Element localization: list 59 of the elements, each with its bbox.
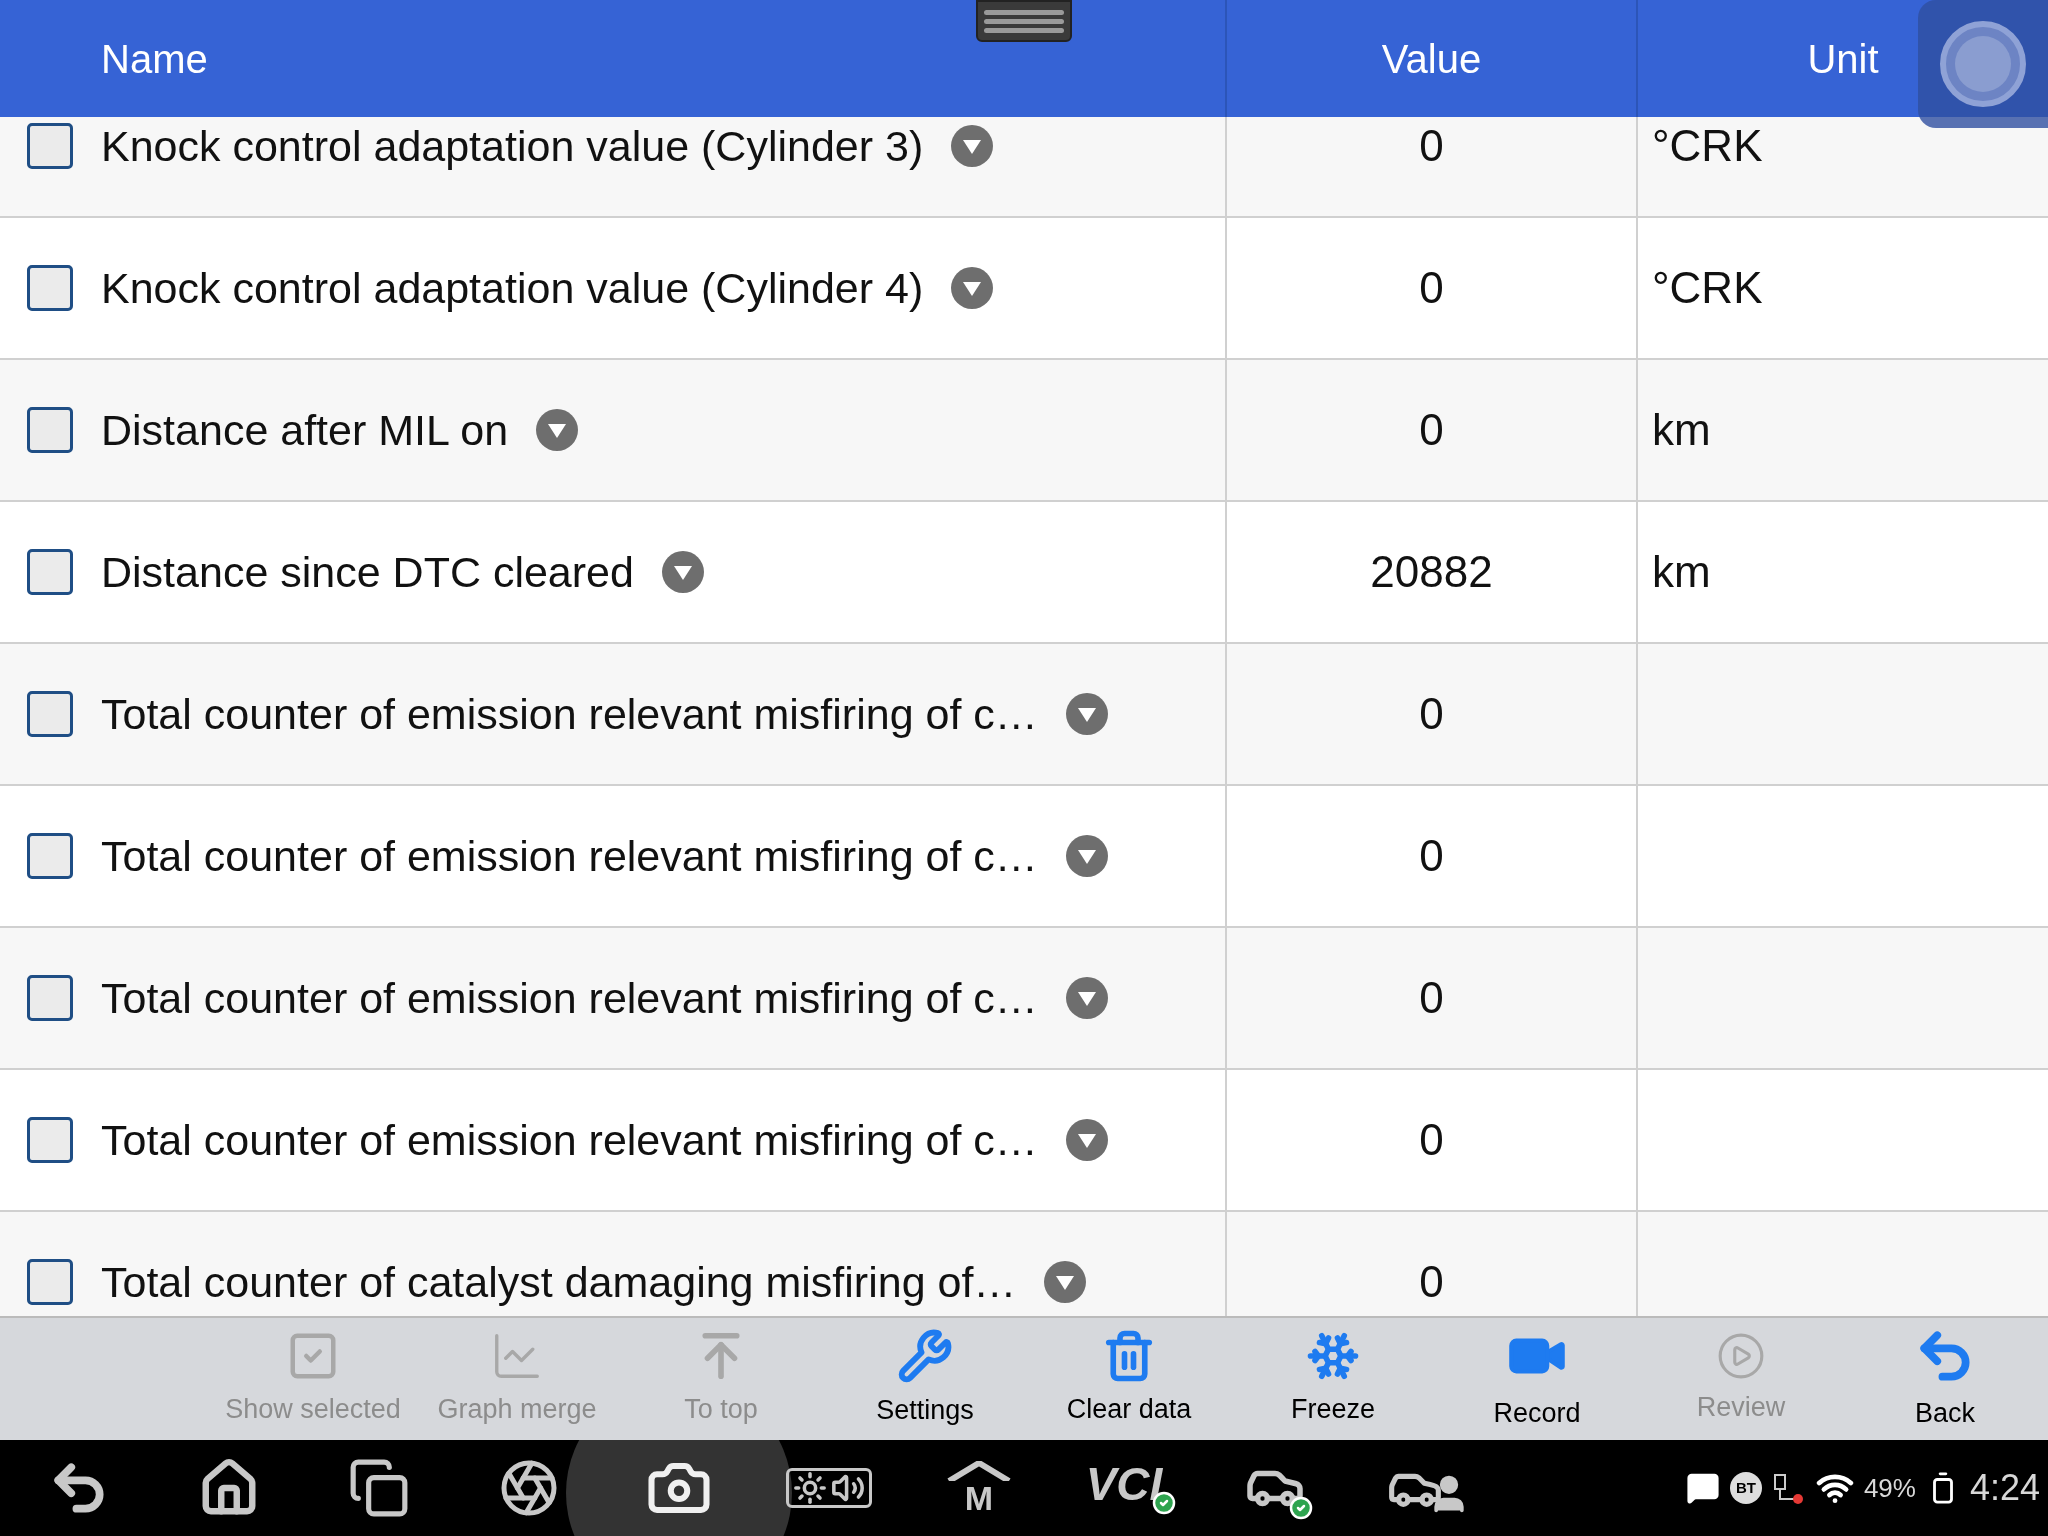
dropdown-icon[interactable] [1065, 693, 1108, 735]
dropdown-icon[interactable] [951, 267, 994, 309]
parameter-unit: °CRK [1652, 262, 1763, 314]
checkbox[interactable] [27, 265, 73, 311]
parameter-name: Knock control adaptation value (Cylinder 4) [101, 262, 924, 314]
wrench-icon [897, 1327, 953, 1384]
dropdown-icon[interactable] [536, 409, 579, 451]
toolbar-button[interactable]: Record [1435, 1318, 1639, 1440]
parameter-name: Knock control adaptation value (Cylinder 3) [101, 120, 924, 172]
checkbox[interactable] [27, 407, 73, 453]
toolbar-button[interactable]: Freeze [1231, 1318, 1435, 1440]
parameter-name: Total counter of catalyst damaging misfiring of… [101, 1256, 1017, 1308]
floating-button[interactable] [1918, 0, 2048, 128]
parameter-value: 0 [1419, 262, 1444, 314]
toolbar-button[interactable]: Clear data [1027, 1318, 1231, 1440]
checkbox[interactable] [27, 975, 73, 1021]
dropdown-icon[interactable] [661, 551, 704, 593]
clock: 4:24 [1969, 1466, 2040, 1510]
checkbox[interactable] [27, 691, 73, 737]
parameter-value: 0 [1419, 830, 1444, 882]
dropdown-icon[interactable] [1065, 1119, 1108, 1161]
parameter-unit: km [1652, 404, 1711, 456]
dropdown-icon[interactable] [1065, 977, 1108, 1019]
parameter-name: Total counter of emission relevant misfiring of c… [101, 830, 1038, 882]
recent-apps-icon[interactable] [348, 1457, 410, 1519]
browser-icon[interactable] [499, 1458, 559, 1518]
checkbox[interactable] [27, 549, 73, 595]
parameter-name: Distance since DTC cleared [101, 546, 634, 598]
dropdown-icon[interactable] [1065, 835, 1108, 877]
battery-percent: 49% [1863, 1471, 1916, 1505]
parameter-unit: °CRK [1652, 120, 1763, 172]
network-icon [1771, 1471, 1806, 1505]
parameter-value: 20882 [1370, 546, 1493, 598]
toolbar-button[interactable]: Settings [823, 1318, 1027, 1440]
parameter-name: Total counter of emission relevant misfiring of c… [101, 688, 1038, 740]
column-header: Unit [1807, 35, 1879, 83]
parameter-value: 0 [1419, 404, 1444, 456]
checkbox[interactable] [27, 123, 73, 169]
parameter-value: 0 [1419, 120, 1444, 172]
dropdown-icon[interactable] [951, 125, 994, 167]
display-volume-icon[interactable] [786, 1468, 872, 1508]
chat-icon [1685, 1471, 1720, 1505]
checkbox[interactable] [27, 1259, 73, 1305]
parameter-value: 0 [1419, 1114, 1444, 1166]
bluetooth-badge: BT [1729, 1472, 1762, 1504]
parameter-value: 0 [1419, 688, 1444, 740]
parameter-name: Total counter of emission relevant misfiring of c… [101, 1114, 1038, 1166]
parameter-name: Distance after MIL on [101, 404, 509, 456]
column-header: Name [101, 35, 208, 83]
parameter-value: 0 [1419, 972, 1444, 1024]
dropdown-icon[interactable] [1044, 1261, 1087, 1303]
parameter-unit: km [1652, 546, 1711, 598]
column-header: Value [1381, 35, 1482, 83]
parameter-value: 0 [1419, 1256, 1444, 1308]
drag-handle[interactable] [976, 0, 1072, 42]
checkbox[interactable] [27, 833, 73, 879]
checkbox[interactable] [27, 1117, 73, 1163]
parameter-name: Total counter of emission relevant misfiring of c… [101, 972, 1038, 1024]
toolbar-button[interactable]: Back [1843, 1318, 2047, 1440]
